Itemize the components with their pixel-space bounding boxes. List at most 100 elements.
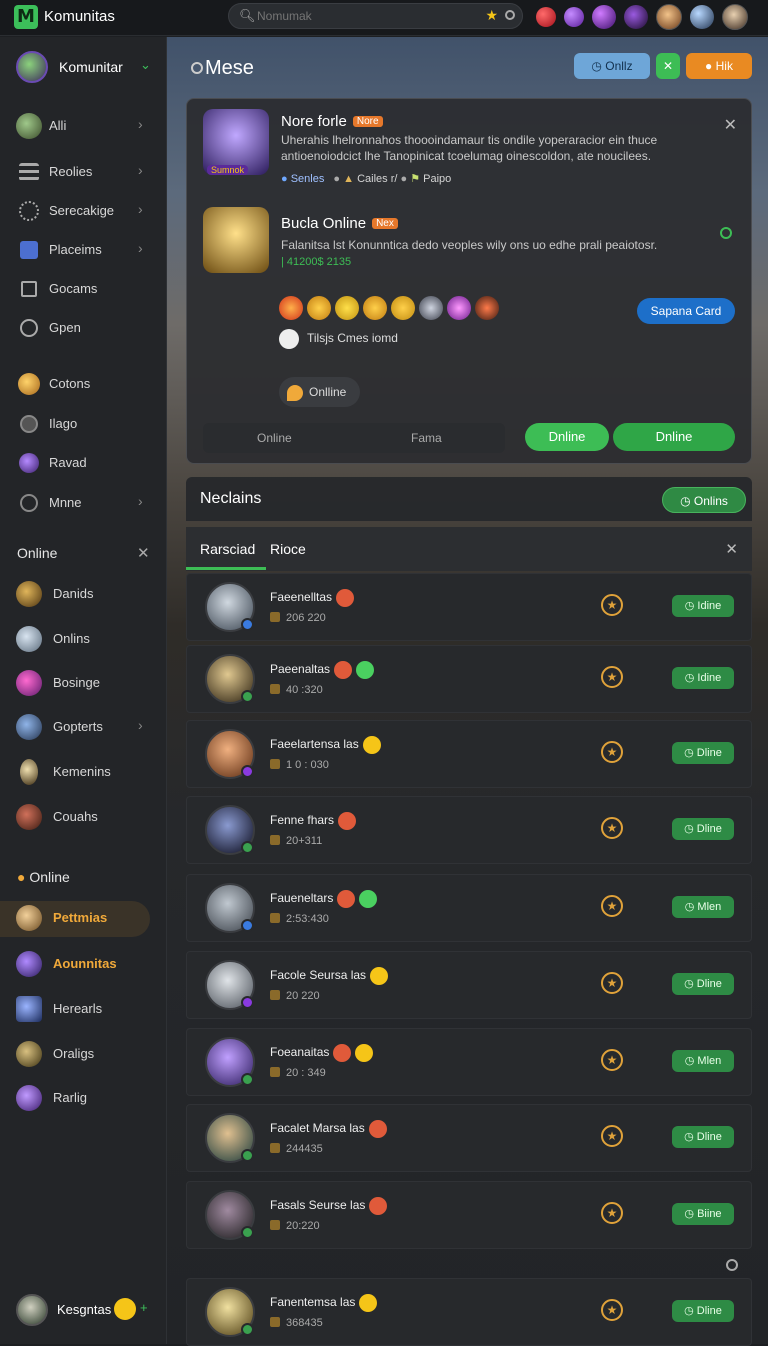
panel-tab-online[interactable]: Online — [257, 431, 292, 445]
sidebar-item-kemenins[interactable]: Kemenins — [0, 755, 166, 791]
list-item[interactable]: Faeelartensa las 1 0 : 030 ★ ◷ Dline — [186, 720, 752, 788]
grin-face-icon[interactable] — [391, 296, 415, 320]
tab-rioce[interactable]: Rioce — [270, 541, 306, 557]
favorite-star-icon[interactable]: ★ — [601, 741, 623, 763]
online-chip[interactable]: Onlline — [279, 377, 361, 407]
sidebar-item-ravad[interactable]: Ravad — [0, 446, 166, 482]
member-status-button[interactable]: ◷ Dline — [672, 742, 734, 764]
dark-mage-icon[interactable] — [624, 5, 648, 29]
list-item[interactable]: Faeenelltas 206 220 ★ ◷ Idine — [186, 573, 752, 641]
list-item[interactable]: Foeanaitas 20 : 349 ★ ◷ Mlen — [186, 1028, 752, 1096]
sidebar-item-cotons[interactable]: Cotons — [0, 367, 166, 403]
spark-icon[interactable] — [447, 296, 471, 320]
online2-section-header: ● Online — [17, 869, 70, 885]
tab-rarsciad[interactable]: Rarsciad — [200, 541, 255, 557]
list-item[interactable]: Fasals Seurse las 20:220 ★ ◷ Biine — [186, 1181, 752, 1249]
online-button-1[interactable]: Dnline — [525, 423, 609, 451]
member-status-button[interactable]: ◷ Dline — [672, 818, 734, 840]
sapana-card-button[interactable]: Sapana Card — [637, 298, 735, 324]
chevron-down-icon[interactable]: ⌄ — [140, 57, 151, 73]
member-status-button[interactable]: ◷ Idine — [672, 667, 734, 689]
sidebar-item-danids[interactable]: Danids — [0, 577, 166, 613]
list-item[interactable]: Facalet Marsa las 244435 ★ ◷ Dline — [186, 1104, 752, 1172]
post-meta-1[interactable]: Senles — [291, 173, 325, 185]
sidebar-item-onlins[interactable]: Onlins — [0, 622, 166, 658]
member-status-button[interactable]: ◷ Dline — [672, 1300, 734, 1322]
post-meta-2[interactable]: Cailes r/ — [357, 173, 397, 185]
crown-face-icon[interactable] — [335, 296, 359, 320]
magic-orb-icon[interactable] — [592, 5, 616, 29]
sidebar-item-gpen[interactable]: Gpen — [0, 311, 166, 347]
sidebar-item-serecakige[interactable]: Serecakige › — [0, 194, 166, 230]
star-icon[interactable]: ★ — [485, 7, 498, 24]
sidebar-item-herearls[interactable]: Herearls — [0, 992, 166, 1028]
sidebar-item-mnne[interactable]: Mnne › — [0, 486, 166, 522]
favorite-star-icon[interactable]: ★ — [601, 972, 623, 994]
purple-orb-icon[interactable] — [564, 7, 584, 27]
online-button-2[interactable]: Dnline — [613, 423, 735, 451]
member-status-button[interactable]: ◷ Idine — [672, 595, 734, 617]
member-status-button[interactable]: ◷ Dline — [672, 973, 734, 995]
plus-icon[interactable]: + — [140, 1300, 148, 1315]
sidebar-item-reolies[interactable]: Reolies › — [0, 155, 166, 191]
member-name-text: Faeelartensa las — [270, 737, 359, 752]
member-status-button[interactable]: ◷ Mlen — [672, 1050, 734, 1072]
post-meta-3[interactable]: Paipo — [423, 173, 451, 185]
app-logo-icon[interactable]: M — [14, 5, 38, 29]
panel-tab-fama[interactable]: Fama — [411, 431, 442, 445]
list-item[interactable]: Fanentemsa las 368435 ★ ◷ Dline — [186, 1278, 752, 1346]
angry-face-icon[interactable] — [307, 296, 331, 320]
member-status-button[interactable]: ◷ Dline — [672, 1126, 734, 1148]
section-online-button[interactable]: ◷ Onlins — [662, 487, 746, 513]
member-status-button[interactable]: ◷ Mlen — [672, 896, 734, 918]
burst-icon[interactable] — [279, 296, 303, 320]
favorite-star-icon[interactable]: ★ — [601, 594, 623, 616]
list-item[interactable]: Paeenaltas 40 :320 ★ ◷ Idine — [186, 645, 752, 713]
sidebar-bottom-user[interactable]: Kesgntas + — [14, 1294, 164, 1328]
close-icon[interactable]: ✕ — [725, 540, 738, 558]
search-input[interactable] — [257, 7, 457, 25]
sidebar-item-bosinge[interactable]: Bosinge — [0, 666, 166, 702]
search-bar[interactable]: 🔍︎ ★ — [228, 3, 523, 29]
sidebar-user[interactable]: Komunitar ⌄ — [14, 51, 164, 85]
sidebar-item-gopterts[interactable]: Gopterts › — [0, 710, 166, 746]
hero-avatar-icon[interactable] — [656, 4, 682, 30]
reaction-0-icon — [359, 1294, 378, 1312]
section-header: Neclains ◷ Onlins — [186, 477, 752, 521]
sidebar-item-rarlig[interactable]: Rarlig — [0, 1081, 166, 1117]
list-item[interactable]: Fenne fhars 20+311 ★ ◷ Dline — [186, 796, 752, 864]
member-status-label: Dline — [696, 1305, 722, 1317]
close-button[interactable]: ✕ — [656, 53, 680, 79]
profile-avatar[interactable] — [722, 4, 748, 30]
hot-button[interactable]: ● Hik — [686, 53, 752, 79]
member-status-button[interactable]: ◷ Biine — [672, 1203, 734, 1225]
blue-orb-icon[interactable] — [690, 5, 714, 29]
online-toggle-button[interactable]: ◷ Onllz — [574, 53, 650, 79]
favorite-star-icon[interactable]: ★ — [601, 1202, 623, 1224]
claw-icon[interactable] — [475, 296, 499, 320]
favorite-star-icon[interactable]: ★ — [601, 1299, 623, 1321]
sidebar-item-aounnitas[interactable]: Aounnitas — [0, 947, 166, 983]
red-orb-icon[interactable] — [536, 7, 556, 27]
list-item[interactable]: Facole Seursa las 20 220 ★ ◷ Dline — [186, 951, 752, 1019]
close-icon[interactable]: ✕ — [724, 115, 737, 135]
sidebar-item-pettmias[interactable]: Pettmias — [0, 901, 150, 937]
sidebar-item-oraligs[interactable]: Oraligs — [0, 1037, 166, 1073]
close-icon[interactable]: ✕ — [137, 544, 150, 562]
sidebar-item-gocams[interactable]: Gocams — [0, 272, 166, 308]
status-ring-icon[interactable] — [505, 10, 515, 20]
rank-icon — [270, 913, 280, 923]
favorite-star-icon[interactable]: ★ — [601, 895, 623, 917]
sidebar-item-ilago[interactable]: Ilago — [0, 407, 166, 443]
favorite-star-icon[interactable]: ★ — [601, 1049, 623, 1071]
member-sub: 20+311 — [270, 835, 322, 847]
sidebar-item-placeims[interactable]: Placeims › — [0, 233, 166, 269]
favorite-star-icon[interactable]: ★ — [601, 1125, 623, 1147]
wolf-icon[interactable] — [419, 296, 443, 320]
sidebar-item-alli[interactable]: Alli › — [0, 109, 166, 145]
favorite-star-icon[interactable]: ★ — [601, 666, 623, 688]
favorite-star-icon[interactable]: ★ — [601, 817, 623, 839]
sidebar-item-couahs[interactable]: Couahs — [0, 800, 166, 836]
cool-face-icon[interactable] — [363, 296, 387, 320]
list-item[interactable]: Faueneltars 2:53:430 ★ ◷ Mlen — [186, 874, 752, 942]
